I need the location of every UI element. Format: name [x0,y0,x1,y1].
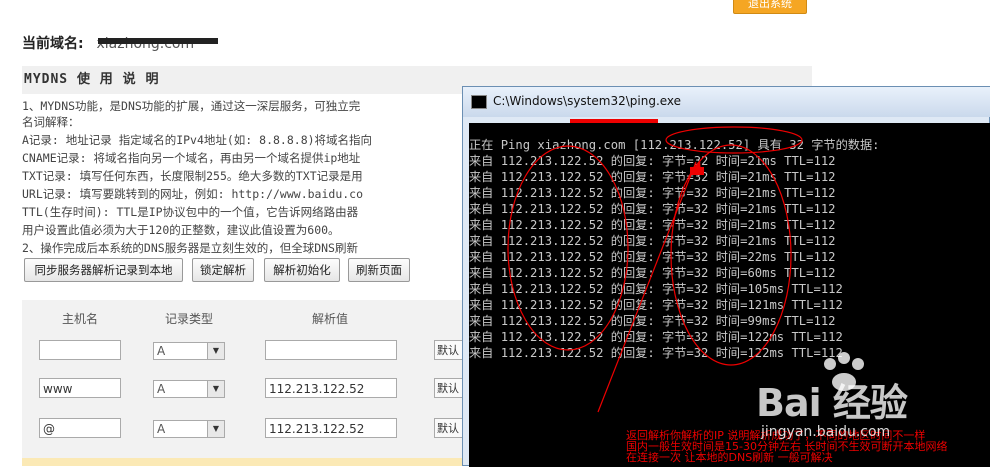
redaction-bar [98,38,218,44]
chevron-down-icon: ▼ [207,381,224,397]
header-type: 记录类型 [165,312,214,326]
host-input[interactable]: www [39,378,121,398]
mydns-line: A记录: 地址记录 指定域名的IPv4地址(如: 8.8.8.8)将域名指向 [22,133,373,147]
lock-resolution-button[interactable]: 锁定解析 [192,258,254,282]
records-table: 主机名 记录类型 解析值 A ▼ 默认 www A ▼ 112.213.122.52… [22,300,464,466]
refresh-page-button[interactable]: 刷新页面 [348,258,410,282]
value-input[interactable] [265,340,397,360]
console-title: C:\Windows\system32\ping.exe [493,94,682,108]
mydns-line: 2、操作完成后本系统的DNS服务器是立刻生效的，但全球DNS刷新 [22,241,358,255]
mydns-line: URL记录: 填写要跳转到的网址，例如: http://www.baidu.co [22,187,364,201]
mydns-line: 名词解释： [22,115,80,129]
mydns-line: TTL(生存时间): TTL是IP协议包中的一个值，它告诉网络路由器 [22,205,359,219]
value-input[interactable]: 112.213.122.52 [265,378,397,398]
host-input[interactable]: @ [39,418,121,438]
init-resolution-button[interactable]: 解析初始化 [264,258,340,282]
ttl-select[interactable]: 默认 [434,340,464,360]
ttl-select[interactable]: 默认 [434,378,464,398]
console-output: 正在 Ping xiazhong.com [112.213.122.52] 具有… [469,123,990,467]
mydns-line: CNAME记录: 将域名指向另一个域名，再由另一个域名提供ip地址 [22,151,361,165]
footer-strip [22,458,462,466]
chevron-down-icon: ▼ [207,343,224,359]
mydns-line: 用户设置此值必须为大于120的正整数，建议此值设置为600。 [22,223,340,237]
type-select[interactable]: A ▼ [153,380,225,398]
annotation-line: 在连接一次 让本地的DNS刷新 一般可解决 [626,451,833,464]
header-value: 解析值 [312,312,349,326]
watermark-url: jingyan.baidu.com [761,424,891,440]
logout-button[interactable]: 退出系统 [733,0,807,14]
type-select[interactable]: A ▼ [153,342,225,360]
ttl-select[interactable]: 默认 [434,418,464,438]
domain-label: 当前域名: [22,36,84,52]
chevron-down-icon: ▼ [207,421,224,437]
ping-reply-line: 来自 112.213.122.52 的回复: 字节=32 时间=122ms TT… [469,346,843,360]
watermark-brand: Bai 经验 [756,381,908,425]
ping-console-window[interactable]: C:\Windows\system32\ping.exe 正在 Ping xia… [462,86,990,467]
console-icon [471,95,487,109]
header-host: 主机名 [62,312,99,326]
type-select[interactable]: A ▼ [153,420,225,438]
sync-records-button[interactable]: 同步服务器解析记录到本地 [24,258,183,282]
mydns-line: 1、MYDNS功能，是DNS功能的扩展，通过这一深层服务，可独立完 [22,99,361,113]
mydns-line: TXT记录: 填写任何东西，长度限制255。绝大多数的TXT记录是用 [22,169,363,183]
console-titlebar[interactable]: C:\Windows\system32\ping.exe [463,87,990,117]
host-input[interactable] [39,340,121,360]
value-input[interactable]: 112.213.122.52 [265,418,397,438]
